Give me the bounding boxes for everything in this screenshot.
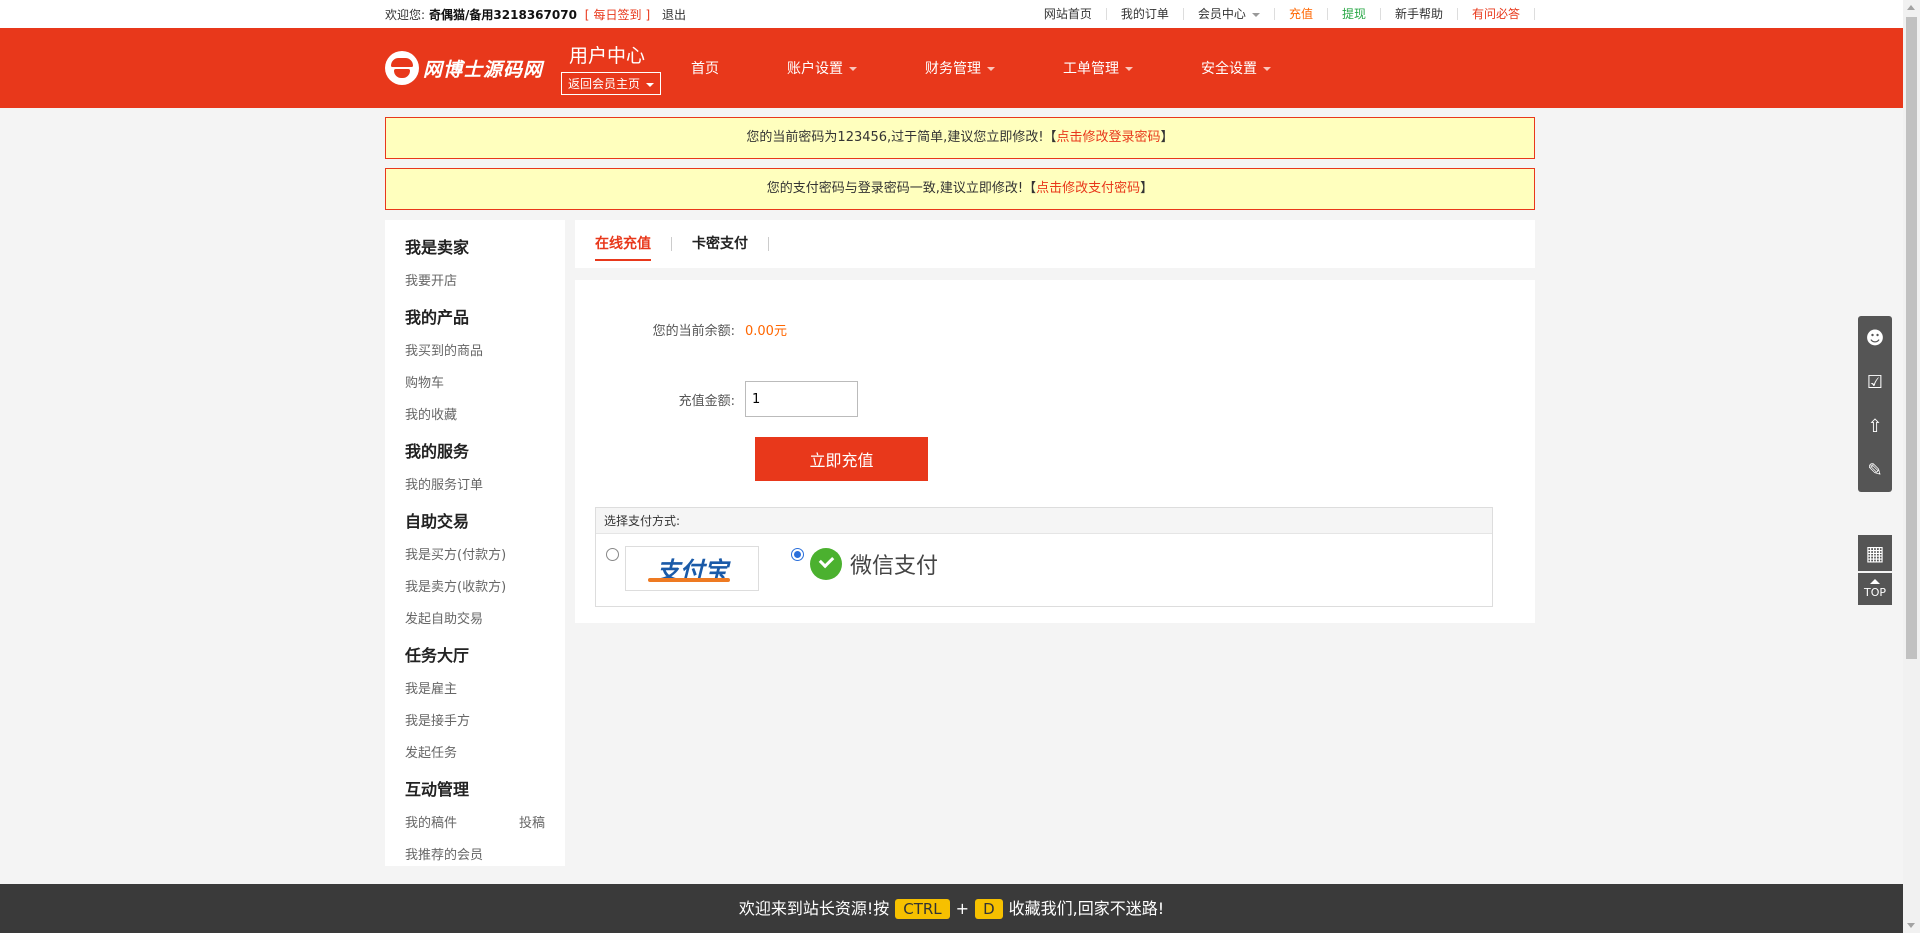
tab-online-recharge[interactable]: 在线充值 bbox=[595, 237, 672, 261]
daily-signin-link[interactable]: [每日签到] bbox=[585, 8, 654, 22]
calendar-check-icon[interactable]: ☑ bbox=[1858, 360, 1892, 404]
amount-label: 充值金额: bbox=[678, 393, 735, 409]
tab-bar: 在线充值 卡密支付 bbox=[575, 220, 1535, 268]
sidebar-item[interactable]: 我是买方(付款方) bbox=[405, 540, 565, 572]
user-center-title: 用户中心 bbox=[569, 45, 646, 67]
sidebar-item-drafts-row: 我的稿件 投稿 bbox=[405, 808, 565, 840]
payment-method-title: 选择支付方式: bbox=[596, 508, 1492, 534]
sidebar: 我是卖家 我要开店 我的产品 我买到的商品 购物车 我的收藏 我的服务 我的服务… bbox=[385, 220, 565, 866]
sidebar-item[interactable]: 我的稿件 bbox=[405, 808, 457, 840]
chevron-down-icon bbox=[849, 67, 857, 71]
nav-tickets[interactable]: 工单管理 bbox=[1063, 58, 1133, 78]
pay-password-alert: 您的支付密码与登录密码一致,建议立即修改!【点击修改支付密码】 bbox=[385, 168, 1535, 210]
wechat-pay-option[interactable]: 微信支付 bbox=[810, 548, 938, 580]
top-bar: 欢迎您: 奇偶猫/备用3218367070 [每日签到] 退出 网站首页 我的订单… bbox=[0, 0, 1920, 28]
sidebar-item[interactable]: 我要开店 bbox=[405, 266, 565, 298]
member-center-link[interactable]: 会员中心 bbox=[1184, 8, 1275, 20]
wechat-icon bbox=[810, 548, 842, 580]
scroll-down-arrow-icon[interactable] bbox=[1907, 923, 1915, 928]
alipay-radio[interactable] bbox=[606, 548, 619, 561]
recharge-link[interactable]: 充值 bbox=[1275, 8, 1328, 20]
scroll-up-arrow-icon[interactable] bbox=[1907, 5, 1915, 10]
chevron-down-icon bbox=[1125, 67, 1133, 71]
balance-label: 您的当前余额: bbox=[652, 324, 735, 339]
username: 奇偶猫/备用3218367070 bbox=[429, 7, 577, 22]
sidebar-item-submit[interactable]: 投稿 bbox=[519, 808, 545, 840]
sidebar-item[interactable]: 我是雇主 bbox=[405, 674, 565, 706]
sidebar-heading: 我是卖家 bbox=[405, 238, 470, 257]
sidebar-heading: 任务大厅 bbox=[405, 646, 470, 665]
password-weak-alert: 您的当前密码为123456,过于简单,建议您立即修改!【点击修改登录密码】 bbox=[385, 117, 1535, 159]
sidebar-item[interactable]: 发起自助交易 bbox=[405, 604, 565, 636]
header: 网博士源码网 用户中心 返回会员主页 首页 账户设置 财务管理 工单管理 安全设… bbox=[0, 28, 1920, 108]
sidebar-item[interactable]: 我是接手方 bbox=[405, 706, 565, 738]
chevron-down-icon bbox=[1263, 67, 1271, 71]
upload-icon[interactable]: ⇧ bbox=[1858, 404, 1892, 448]
sidebar-heading: 互动管理 bbox=[405, 780, 470, 799]
detective-logo-icon bbox=[385, 51, 419, 85]
user-icon[interactable]: ☻ bbox=[1858, 316, 1892, 360]
change-pay-password-link[interactable]: 点击修改支付密码 bbox=[1036, 181, 1140, 196]
logout-link[interactable]: 退出 bbox=[662, 8, 686, 22]
main-nav: 首页 账户设置 财务管理 工单管理 安全设置 bbox=[691, 58, 1339, 78]
nav-finance[interactable]: 财务管理 bbox=[925, 58, 995, 78]
footer-banner: 欢迎来到站长资源!按 CTRL + D 收藏我们,回家不迷路! bbox=[0, 884, 1903, 933]
sidebar-item[interactable]: 我买到的商品 bbox=[405, 336, 565, 368]
help-link[interactable]: 新手帮助 bbox=[1381, 8, 1458, 20]
recharge-now-button[interactable]: 立即充值 bbox=[755, 437, 928, 481]
chevron-down-icon bbox=[987, 67, 995, 71]
edit-icon[interactable]: ✎ bbox=[1858, 448, 1892, 492]
amount-input[interactable] bbox=[745, 381, 858, 417]
scrollbar-thumb[interactable] bbox=[1906, 17, 1917, 659]
nav-security[interactable]: 安全设置 bbox=[1201, 58, 1271, 78]
top-bar-left: 欢迎您: 奇偶猫/备用3218367070 [每日签到] 退出 bbox=[385, 6, 686, 23]
sidebar-heading: 我的产品 bbox=[405, 308, 470, 327]
my-orders-link[interactable]: 我的订单 bbox=[1107, 8, 1184, 20]
page-scrollbar[interactable] bbox=[1903, 0, 1920, 933]
back-to-member-home-button[interactable]: 返回会员主页 bbox=[561, 72, 662, 95]
faq-link[interactable]: 有问必答 bbox=[1458, 8, 1535, 20]
sidebar-heading: 自助交易 bbox=[405, 512, 470, 531]
withdraw-link[interactable]: 提现 bbox=[1328, 8, 1381, 20]
nav-home[interactable]: 首页 bbox=[691, 58, 719, 78]
nav-account-settings[interactable]: 账户设置 bbox=[787, 58, 857, 78]
float-toolbar-bottom: ▦ TOP bbox=[1858, 535, 1892, 605]
sidebar-item[interactable]: 我的服务订单 bbox=[405, 470, 565, 502]
float-toolbar: ☻ ☑ ⇧ ✎ bbox=[1858, 316, 1892, 492]
site-logo[interactable]: 网博士源码网 bbox=[385, 51, 561, 85]
tab-card-payment[interactable]: 卡密支付 bbox=[672, 237, 769, 251]
change-login-password-link[interactable]: 点击修改登录密码 bbox=[1057, 130, 1161, 145]
payment-options: 支付宝 微信支付 bbox=[596, 534, 1492, 591]
logo-text: 网博士源码网 bbox=[423, 58, 544, 81]
ctrl-key-badge: CTRL bbox=[895, 899, 950, 919]
alipay-logo[interactable]: 支付宝 bbox=[625, 546, 759, 591]
sidebar-item[interactable]: 购物车 bbox=[405, 368, 565, 400]
wechat-radio[interactable] bbox=[791, 548, 804, 561]
recharge-panel: 您的当前余额: 0.00元 充值金额: 立即充值 选择支付方式: 支付宝 bbox=[575, 280, 1535, 623]
wechat-pay-label: 微信支付 bbox=[850, 554, 939, 579]
amount-row: 充值金额: bbox=[595, 381, 1493, 417]
sidebar-item[interactable]: 我推荐的会员 bbox=[405, 840, 565, 872]
balance-value: 0.00元 bbox=[745, 324, 787, 339]
qrcode-icon[interactable]: ▦ bbox=[1858, 535, 1892, 571]
sidebar-item[interactable]: 我的收藏 bbox=[405, 400, 565, 432]
sidebar-item[interactable]: 我是卖方(收款方) bbox=[405, 572, 565, 604]
d-key-badge: D bbox=[975, 899, 1003, 919]
top-bar-links: 网站首页 我的订单 会员中心 充值 提现 新手帮助 有问必答 bbox=[1030, 8, 1535, 20]
sidebar-item[interactable]: 发起任务 bbox=[405, 738, 565, 770]
user-center: 用户中心 返回会员主页 bbox=[561, 41, 691, 95]
main-content: 在线充值 卡密支付 您的当前余额: 0.00元 充值金额: 立即充值 选择支付方… bbox=[575, 220, 1535, 623]
sidebar-heading: 我的服务 bbox=[405, 442, 470, 461]
payment-method-box: 选择支付方式: 支付宝 微信支付 bbox=[595, 507, 1493, 607]
welcome-text: 欢迎您: bbox=[385, 7, 426, 22]
chevron-down-icon bbox=[646, 82, 655, 87]
chevron-down-icon bbox=[1251, 12, 1260, 17]
balance-row: 您的当前余额: 0.00元 bbox=[595, 320, 1493, 339]
arrow-up-icon bbox=[1870, 579, 1880, 584]
site-home-link[interactable]: 网站首页 bbox=[1030, 8, 1107, 20]
back-to-top-button[interactable]: TOP bbox=[1858, 573, 1892, 605]
